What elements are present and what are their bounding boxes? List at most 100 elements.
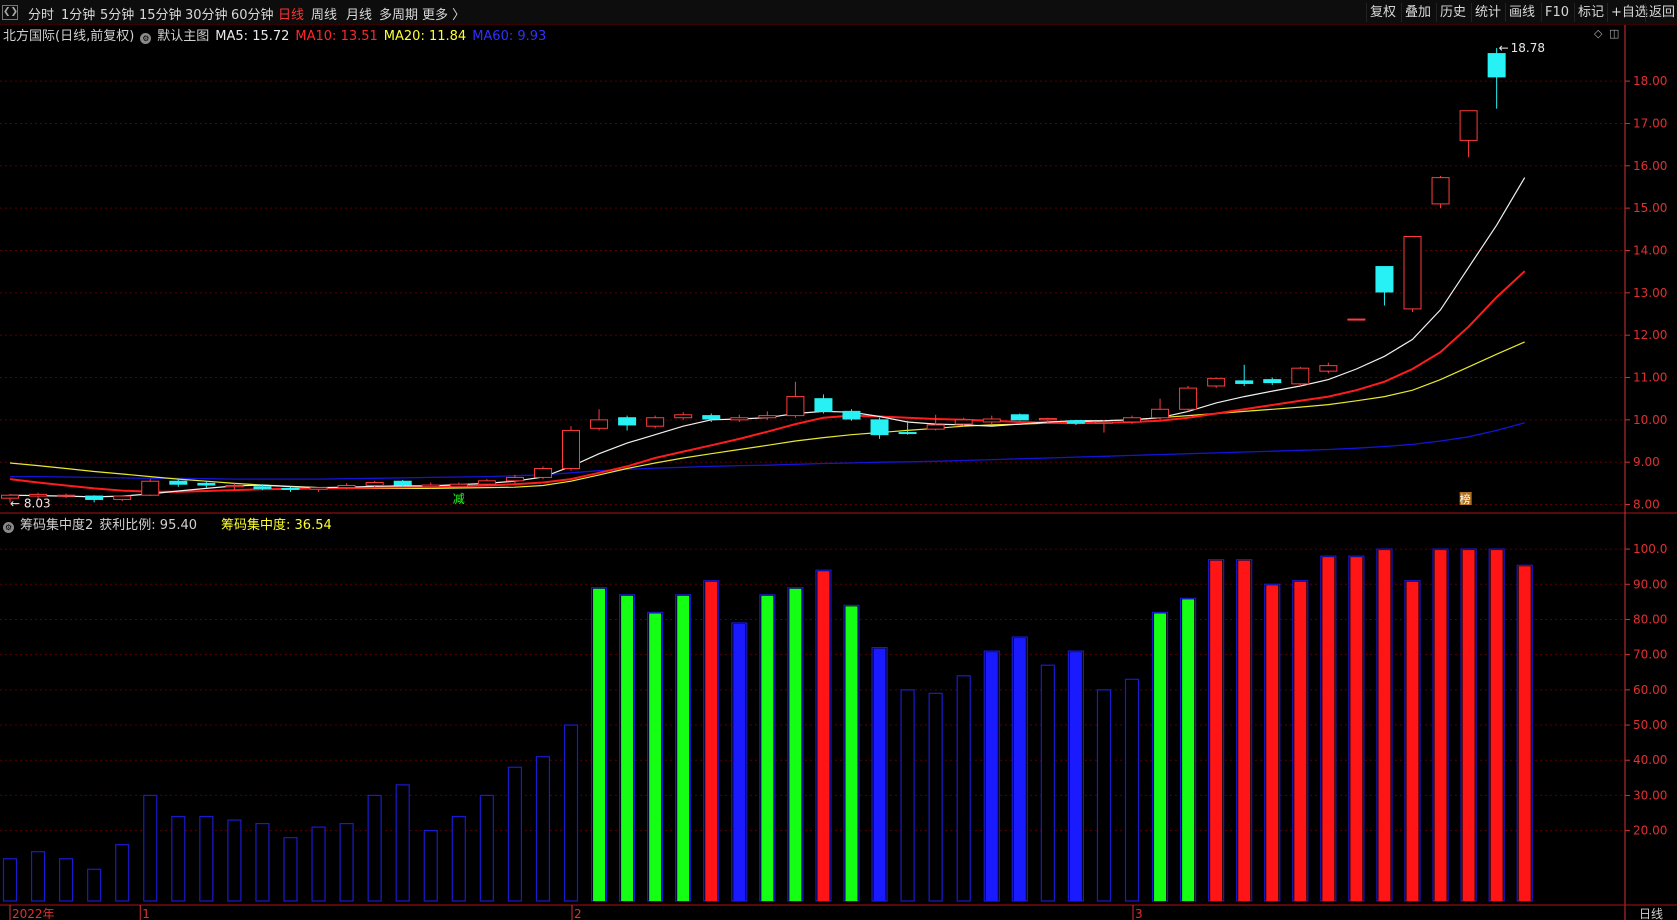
toolbar-button-5[interactable]: F10 <box>1541 3 1572 22</box>
sub-bar <box>1294 581 1307 901</box>
sub-bar <box>789 588 802 901</box>
sub-bar <box>367 794 382 902</box>
toolbar-button-6[interactable]: 标记 <box>1574 3 1607 22</box>
candle-body <box>1263 379 1282 384</box>
period-tab-0[interactable]: 分时 <box>28 4 54 23</box>
sub-bar <box>30 851 46 902</box>
sub-tick-label: 90.00 <box>1633 577 1667 591</box>
price-tick-label: 17.00 <box>1633 116 1667 130</box>
sub-bar <box>1096 689 1112 902</box>
candle-body <box>57 494 76 497</box>
sub-bar <box>115 844 130 902</box>
candle-body <box>281 487 300 490</box>
sub-bar <box>255 822 270 902</box>
candle-body <box>477 480 496 485</box>
date-label: 2022年 <box>12 907 55 920</box>
sub-bar <box>1238 560 1251 901</box>
candle-body <box>842 410 861 420</box>
period-tab-10[interactable]: 更多 〉 <box>422 4 465 23</box>
candle-body <box>1319 365 1338 372</box>
sub-bar <box>649 613 662 901</box>
sub-bar <box>507 766 522 902</box>
sub-bar <box>339 822 354 902</box>
toolbar-button-2[interactable]: 历史 <box>1436 3 1469 22</box>
candle-body <box>702 415 721 420</box>
sub-bar <box>423 830 438 902</box>
candle-body <box>926 424 945 430</box>
candle-body <box>421 484 440 488</box>
sub-bar <box>956 675 971 902</box>
candle-body <box>954 419 973 425</box>
candle-body <box>505 476 524 482</box>
candle-body <box>365 482 384 486</box>
toolbar-button-4[interactable]: 画线 <box>1505 3 1538 22</box>
candle-body <box>393 480 412 486</box>
price-tick-label: 13.00 <box>1633 286 1667 300</box>
period-tab-3[interactable]: 15分钟 <box>139 4 182 23</box>
sub-bar <box>1378 550 1391 901</box>
sub-bar <box>817 571 830 901</box>
sub-bar <box>1406 581 1419 901</box>
candle-body <box>533 468 552 478</box>
period-tab-5[interactable]: 60分钟 <box>231 4 274 23</box>
high-price-label: ← <box>1499 41 1509 55</box>
period-tab-9[interactable]: 多周期 <box>379 4 418 23</box>
sub-tick-label: 80.00 <box>1633 612 1667 626</box>
sub-bar <box>1490 550 1503 901</box>
period-tab-1[interactable]: 1分钟 <box>61 4 95 23</box>
sub-bar <box>283 837 298 902</box>
toolbar-button-0[interactable]: 复权 <box>1366 3 1399 22</box>
candle-body <box>590 419 609 429</box>
sub-bar <box>593 588 606 901</box>
sub-bar <box>900 689 915 902</box>
candle-body <box>1038 418 1057 421</box>
sub-tick-label: 20.00 <box>1633 824 1667 838</box>
sub-tick-label: 70.00 <box>1633 648 1667 662</box>
sub-bar <box>928 692 943 902</box>
period-tab-4[interactable]: 30分钟 <box>185 4 228 23</box>
sub-tick-label: 40.00 <box>1633 753 1667 767</box>
candle-body <box>1010 414 1029 421</box>
sub-bar <box>1462 550 1475 901</box>
period-tab-2[interactable]: 5分钟 <box>100 4 134 23</box>
candle-body <box>85 495 104 500</box>
candle-body <box>870 419 889 436</box>
candle-body <box>758 415 777 419</box>
sub-bar <box>985 652 998 901</box>
candle-body <box>1459 110 1478 141</box>
toolbar-button-3[interactable]: 统计 <box>1471 3 1504 22</box>
sub-bar <box>1069 652 1082 901</box>
kline-chart[interactable]: 18.0017.0016.0015.0014.0013.0012.0011.00… <box>0 25 1677 920</box>
period-tab-7[interactable]: 周线 <box>311 4 337 23</box>
sub-bar <box>1434 550 1447 901</box>
sub-bar <box>873 648 886 901</box>
candle-body <box>337 484 356 489</box>
sub-bar <box>2 858 18 902</box>
period-tab-6[interactable]: 日线 <box>278 4 304 23</box>
price-tick-label: 11.00 <box>1633 371 1667 385</box>
marker-jian: 减 <box>453 492 465 506</box>
sub-bar <box>1182 599 1195 901</box>
low-price-label: ← 8.03 <box>10 496 51 510</box>
high-price-label: 18.78 <box>1511 41 1545 55</box>
sub-bar <box>705 581 718 901</box>
price-tick-label: 16.00 <box>1633 159 1667 173</box>
sub-bar <box>58 858 74 902</box>
candle-body <box>1207 377 1226 387</box>
toolbar-button-1[interactable]: 叠加 <box>1401 3 1434 22</box>
sub-bar <box>1518 566 1531 901</box>
sub-bar <box>171 815 186 902</box>
sub-bar <box>479 794 494 902</box>
sub-bar <box>621 595 634 901</box>
candle-body <box>562 429 580 470</box>
period-tab-8[interactable]: 月线 <box>346 4 372 23</box>
sub-bar <box>1040 664 1055 902</box>
candle-body <box>141 480 160 496</box>
sub-bar <box>535 756 551 902</box>
toolbar-button-8[interactable]: 返回 <box>1645 3 1677 22</box>
date-label: 1 <box>142 907 150 920</box>
candle-body <box>674 414 693 419</box>
candle-body <box>1487 53 1506 78</box>
collapse-icon[interactable]: ❮❯ <box>2 5 18 20</box>
candle-body <box>646 417 665 427</box>
